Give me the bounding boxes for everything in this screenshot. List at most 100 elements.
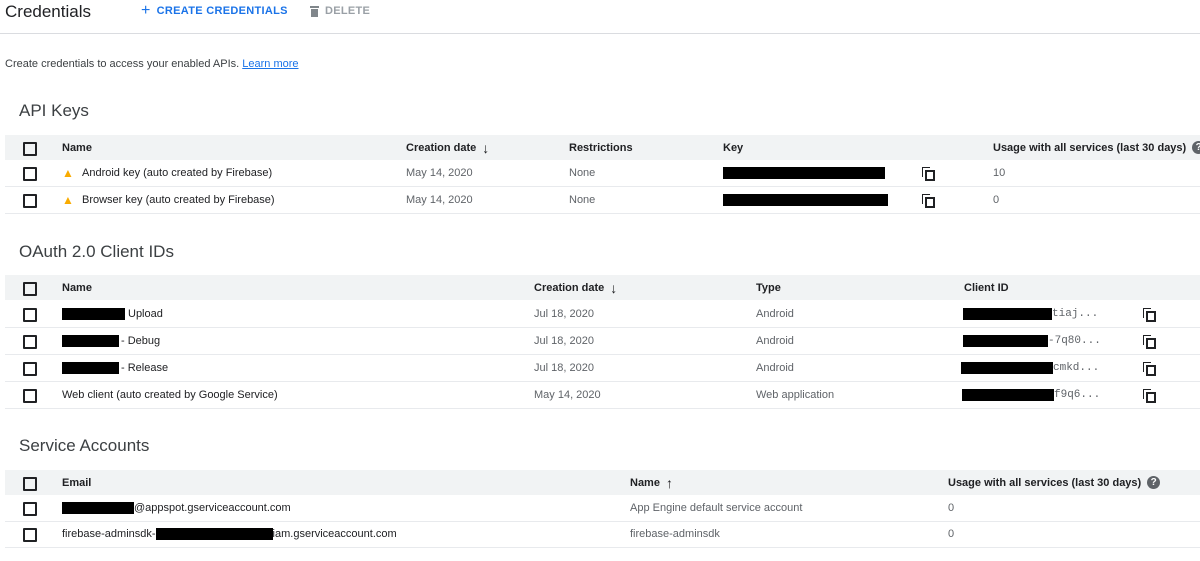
col-key[interactable]: Key bbox=[723, 135, 743, 160]
service-account-email[interactable]: @appspot.gserviceaccount.com bbox=[62, 495, 291, 521]
row-checkbox[interactable] bbox=[23, 308, 37, 322]
row-checkbox[interactable] bbox=[23, 335, 37, 349]
col-email[interactable]: Email bbox=[62, 470, 91, 495]
client-type: Web application bbox=[756, 389, 835, 401]
usage-value: 0 bbox=[948, 528, 955, 540]
restrictions: None bbox=[569, 167, 596, 179]
redacted-block bbox=[963, 335, 1048, 347]
row-checkbox[interactable] bbox=[23, 362, 37, 376]
col-creation-date[interactable]: Creation date ↓ bbox=[406, 135, 489, 160]
api-key-name[interactable]: ▲ Android key (auto created by Firebase) bbox=[62, 160, 272, 186]
usage-value: 0 bbox=[948, 502, 955, 514]
client-name-label: - Release bbox=[121, 362, 169, 374]
creation-date: Jul 18, 2020 bbox=[534, 308, 594, 320]
row-checkbox[interactable] bbox=[23, 389, 37, 403]
client-id-suffix: tiaj... bbox=[1052, 308, 1099, 320]
copy-icon[interactable] bbox=[922, 167, 935, 181]
redacted-block bbox=[962, 389, 1054, 401]
client-id: f9q6... bbox=[962, 382, 1100, 408]
copy-icon[interactable] bbox=[922, 194, 935, 208]
col-restrictions[interactable]: Restrictions bbox=[569, 135, 633, 160]
create-credentials-label: CREATE CREDENTIALS bbox=[156, 5, 288, 17]
arrow-down-icon: ↓ bbox=[610, 279, 618, 296]
arrow-down-icon: ↓ bbox=[482, 139, 490, 156]
page-title: Credentials bbox=[5, 2, 91, 21]
creation-date: May 14, 2020 bbox=[534, 389, 601, 401]
client-name[interactable]: - Release bbox=[62, 355, 168, 381]
service-accounts-header: Email Name ↑ Usage with all services (la… bbox=[5, 470, 1200, 495]
help-icon[interactable]: ? bbox=[1147, 476, 1161, 489]
row-checkbox[interactable] bbox=[23, 167, 37, 181]
select-all-checkbox[interactable] bbox=[23, 281, 37, 296]
col-name[interactable]: Name ↑ bbox=[630, 470, 673, 495]
client-type: Android bbox=[756, 308, 794, 320]
oauth-header: Name Creation date ↓ Type Client ID bbox=[5, 275, 1200, 300]
row-checkbox[interactable] bbox=[23, 502, 37, 516]
client-type: Android bbox=[756, 362, 794, 374]
key-value bbox=[723, 187, 888, 213]
copy-icon[interactable] bbox=[1143, 335, 1156, 349]
select-all-checkbox[interactable] bbox=[23, 476, 37, 491]
oauth-title: OAuth 2.0 Client IDs bbox=[19, 242, 174, 261]
email-suffix: iam.gserviceaccount.com bbox=[272, 528, 397, 540]
table-row: Web client (auto created by Google Servi… bbox=[5, 382, 1200, 409]
col-name[interactable]: Name bbox=[62, 135, 92, 160]
row-checkbox[interactable] bbox=[23, 194, 37, 208]
copy-icon[interactable] bbox=[1143, 308, 1156, 322]
redacted-block bbox=[723, 194, 888, 206]
row-checkbox[interactable] bbox=[23, 528, 37, 542]
arrow-up-icon: ↑ bbox=[665, 474, 673, 491]
client-name[interactable]: Upload bbox=[62, 301, 163, 327]
delete-label: DELETE bbox=[325, 5, 371, 17]
redacted-block bbox=[963, 308, 1052, 320]
client-name-label: Upload bbox=[128, 308, 163, 320]
client-name[interactable]: Web client (auto created by Google Servi… bbox=[62, 382, 278, 408]
col-creation-date[interactable]: Creation date ↓ bbox=[534, 275, 617, 300]
creation-date: May 14, 2020 bbox=[406, 167, 473, 179]
redacted-block bbox=[62, 502, 134, 514]
select-all-checkbox[interactable] bbox=[23, 141, 37, 156]
col-usage-label: Usage with all services (last 30 days) bbox=[948, 476, 1142, 489]
creation-date: May 14, 2020 bbox=[406, 194, 473, 206]
delete-button[interactable]: DELETE bbox=[310, 5, 370, 17]
table-row: - Release Jul 18, 2020 Android cmkd... bbox=[5, 355, 1200, 382]
api-key-name-label: Browser key (auto created by Firebase) bbox=[82, 194, 275, 206]
copy-icon[interactable] bbox=[1143, 362, 1156, 376]
client-id-suffix: f9q6... bbox=[1054, 389, 1101, 401]
redacted-block bbox=[62, 362, 119, 374]
email-prefix: firebase-adminsdk- bbox=[62, 528, 156, 540]
client-name-label: - Debug bbox=[121, 335, 161, 347]
email-suffix: @appspot.gserviceaccount.com bbox=[134, 502, 291, 514]
table-row: ▲ Browser key (auto created by Firebase)… bbox=[5, 187, 1200, 214]
service-accounts-title: Service Accounts bbox=[19, 436, 150, 455]
help-icon[interactable]: ? bbox=[1192, 141, 1200, 154]
redacted-block bbox=[723, 167, 885, 179]
page-description: Create credentials to access your enable… bbox=[5, 58, 299, 70]
learn-more-link[interactable]: Learn more bbox=[242, 58, 298, 70]
client-id-suffix: cmkd... bbox=[1053, 362, 1100, 374]
table-row: Upload Jul 18, 2020 Android tiaj... bbox=[5, 301, 1200, 328]
service-account-email[interactable]: firebase-adminsdk- iam.gserviceaccount.c… bbox=[62, 521, 397, 547]
client-name[interactable]: - Debug bbox=[62, 328, 160, 354]
client-type: Android bbox=[756, 335, 794, 347]
col-name[interactable]: Name bbox=[62, 275, 92, 300]
redacted-block bbox=[62, 308, 125, 320]
usage-value: 10 bbox=[993, 167, 1006, 179]
copy-icon[interactable] bbox=[1143, 389, 1156, 403]
api-key-name[interactable]: ▲ Browser key (auto created by Firebase) bbox=[62, 187, 275, 213]
client-id: cmkd... bbox=[961, 355, 1099, 381]
table-row: - Debug Jul 18, 2020 Android -7q80... bbox=[5, 328, 1200, 355]
description-text: Create credentials to access your enable… bbox=[5, 58, 240, 70]
client-id-suffix: -7q80... bbox=[1048, 335, 1101, 347]
col-usage[interactable]: Usage with all services (last 30 days) ? bbox=[993, 135, 1200, 160]
table-row: ▲ Android key (auto created by Firebase)… bbox=[5, 160, 1200, 187]
col-name-label: Name bbox=[630, 476, 660, 489]
client-id: tiaj... bbox=[963, 301, 1098, 327]
redacted-block bbox=[62, 335, 119, 347]
table-row: @appspot.gserviceaccount.com App Engine … bbox=[5, 495, 1200, 522]
col-client-id[interactable]: Client ID bbox=[964, 275, 1009, 300]
create-credentials-button[interactable]: + CREATE CREDENTIALS bbox=[141, 3, 288, 19]
col-usage[interactable]: Usage with all services (last 30 days) ? bbox=[948, 470, 1161, 495]
col-type[interactable]: Type bbox=[756, 275, 781, 300]
trash-icon bbox=[310, 5, 319, 17]
